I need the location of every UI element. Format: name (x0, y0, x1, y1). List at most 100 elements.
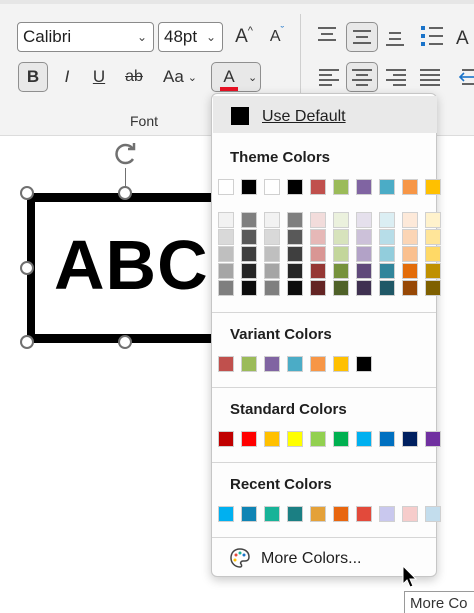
color-swatch-shade[interactable] (218, 263, 234, 279)
color-swatch-shade[interactable] (425, 212, 441, 228)
color-swatch-shade[interactable] (287, 229, 303, 245)
color-swatch-shade[interactable] (264, 263, 280, 279)
justify-icon[interactable] (419, 67, 441, 87)
color-swatch-shade[interactable] (379, 229, 395, 245)
italic-button[interactable]: I (54, 62, 80, 92)
variant-color-swatch[interactable] (356, 356, 372, 372)
color-swatch-shade[interactable] (425, 280, 441, 296)
text-direction-icon[interactable] (456, 67, 474, 87)
color-swatch-shade[interactable] (379, 263, 395, 279)
use-default-item[interactable]: Use Default (213, 96, 437, 133)
color-swatch[interactable] (264, 179, 280, 195)
align-right-icon[interactable] (385, 67, 407, 87)
color-swatch[interactable] (379, 179, 395, 195)
text-box-content[interactable]: ABC (54, 225, 209, 305)
color-swatch-shade[interactable] (241, 280, 257, 296)
variant-color-swatch[interactable] (333, 356, 349, 372)
standard-color-swatch[interactable] (379, 431, 395, 447)
color-swatch-shade[interactable] (379, 280, 395, 296)
color-swatch[interactable] (218, 179, 234, 195)
color-swatch-shade[interactable] (356, 280, 372, 296)
color-swatch-shade[interactable] (356, 229, 372, 245)
color-swatch-shade[interactable] (402, 280, 418, 296)
color-swatch-shade[interactable] (356, 212, 372, 228)
color-swatch-shade[interactable] (264, 229, 280, 245)
color-swatch[interactable] (425, 179, 441, 195)
recent-color-swatch[interactable] (333, 506, 349, 522)
ribbon-overflow-letter[interactable]: A (456, 24, 474, 54)
bullet-list-icon[interactable] (420, 24, 444, 48)
standard-color-swatch[interactable] (241, 431, 257, 447)
recent-color-swatch[interactable] (241, 506, 257, 522)
recent-color-swatch[interactable] (218, 506, 234, 522)
recent-color-swatch[interactable] (287, 506, 303, 522)
color-swatch-shade[interactable] (310, 246, 326, 262)
color-swatch[interactable] (333, 179, 349, 195)
color-swatch-shade[interactable] (402, 263, 418, 279)
standard-color-swatch[interactable] (333, 431, 349, 447)
variant-color-swatch[interactable] (264, 356, 280, 372)
color-swatch-shade[interactable] (218, 280, 234, 296)
color-swatch-shade[interactable] (333, 263, 349, 279)
color-swatch-shade[interactable] (241, 229, 257, 245)
color-swatch-shade[interactable] (218, 229, 234, 245)
align-left-icon[interactable] (318, 67, 340, 87)
standard-color-swatch[interactable] (287, 431, 303, 447)
color-swatch-shade[interactable] (218, 212, 234, 228)
color-swatch-shade[interactable] (425, 246, 441, 262)
strikethrough-button[interactable]: ab (120, 62, 148, 92)
color-swatch[interactable] (402, 179, 418, 195)
color-swatch[interactable] (241, 179, 257, 195)
color-swatch-shade[interactable] (333, 246, 349, 262)
variant-color-swatch[interactable] (287, 356, 303, 372)
align-center-button[interactable] (346, 62, 378, 92)
more-colors-item[interactable]: More Colors... (261, 550, 361, 568)
color-swatch-shade[interactable] (379, 212, 395, 228)
color-swatch-shade[interactable] (333, 229, 349, 245)
recent-color-swatch[interactable] (264, 506, 280, 522)
color-swatch-shade[interactable] (356, 263, 372, 279)
color-swatch-shade[interactable] (287, 280, 303, 296)
color-swatch-shade[interactable] (264, 246, 280, 262)
shrink-font-button[interactable]: A ˇ (263, 22, 291, 52)
color-swatch-shade[interactable] (333, 212, 349, 228)
align-center-top-button[interactable] (346, 22, 378, 52)
underline-button[interactable]: U (86, 62, 112, 92)
variant-color-swatch[interactable] (241, 356, 257, 372)
recent-color-swatch[interactable] (310, 506, 326, 522)
font-color-button[interactable]: A ⌄ (211, 62, 261, 92)
color-swatch-shade[interactable] (402, 246, 418, 262)
align-bottom-icon[interactable] (384, 27, 406, 47)
color-swatch-shade[interactable] (333, 280, 349, 296)
color-swatch-shade[interactable] (310, 229, 326, 245)
color-swatch-shade[interactable] (264, 280, 280, 296)
rotate-handle-icon[interactable] (111, 139, 141, 169)
resize-handle-top[interactable] (118, 186, 132, 200)
color-swatch-shade[interactable] (402, 212, 418, 228)
color-swatch-shade[interactable] (287, 212, 303, 228)
resize-handle-top-left[interactable] (20, 186, 34, 200)
color-swatch-shade[interactable] (310, 263, 326, 279)
color-swatch-shade[interactable] (241, 263, 257, 279)
standard-color-swatch[interactable] (356, 431, 372, 447)
grow-font-button[interactable]: A ^ (230, 22, 258, 52)
bold-button[interactable]: B (18, 62, 48, 92)
color-swatch-shade[interactable] (310, 212, 326, 228)
color-swatch-shade[interactable] (425, 229, 441, 245)
color-swatch-shade[interactable] (287, 263, 303, 279)
standard-color-swatch[interactable] (218, 431, 234, 447)
recent-color-swatch[interactable] (356, 506, 372, 522)
color-swatch-shade[interactable] (241, 212, 257, 228)
recent-color-swatch[interactable] (402, 506, 418, 522)
resize-handle-left[interactable] (20, 261, 34, 275)
color-swatch[interactable] (287, 179, 303, 195)
color-swatch-shade[interactable] (241, 246, 257, 262)
color-swatch-shade[interactable] (218, 246, 234, 262)
color-swatch-shade[interactable] (425, 263, 441, 279)
standard-color-swatch[interactable] (310, 431, 326, 447)
font-size-dropdown[interactable]: 48pt ⌄ (158, 22, 223, 52)
decrease-list-level-icon[interactable] (316, 24, 338, 44)
color-swatch[interactable] (310, 179, 326, 195)
change-case-button[interactable]: Aa ⌄ (155, 62, 205, 92)
variant-color-swatch[interactable] (310, 356, 326, 372)
